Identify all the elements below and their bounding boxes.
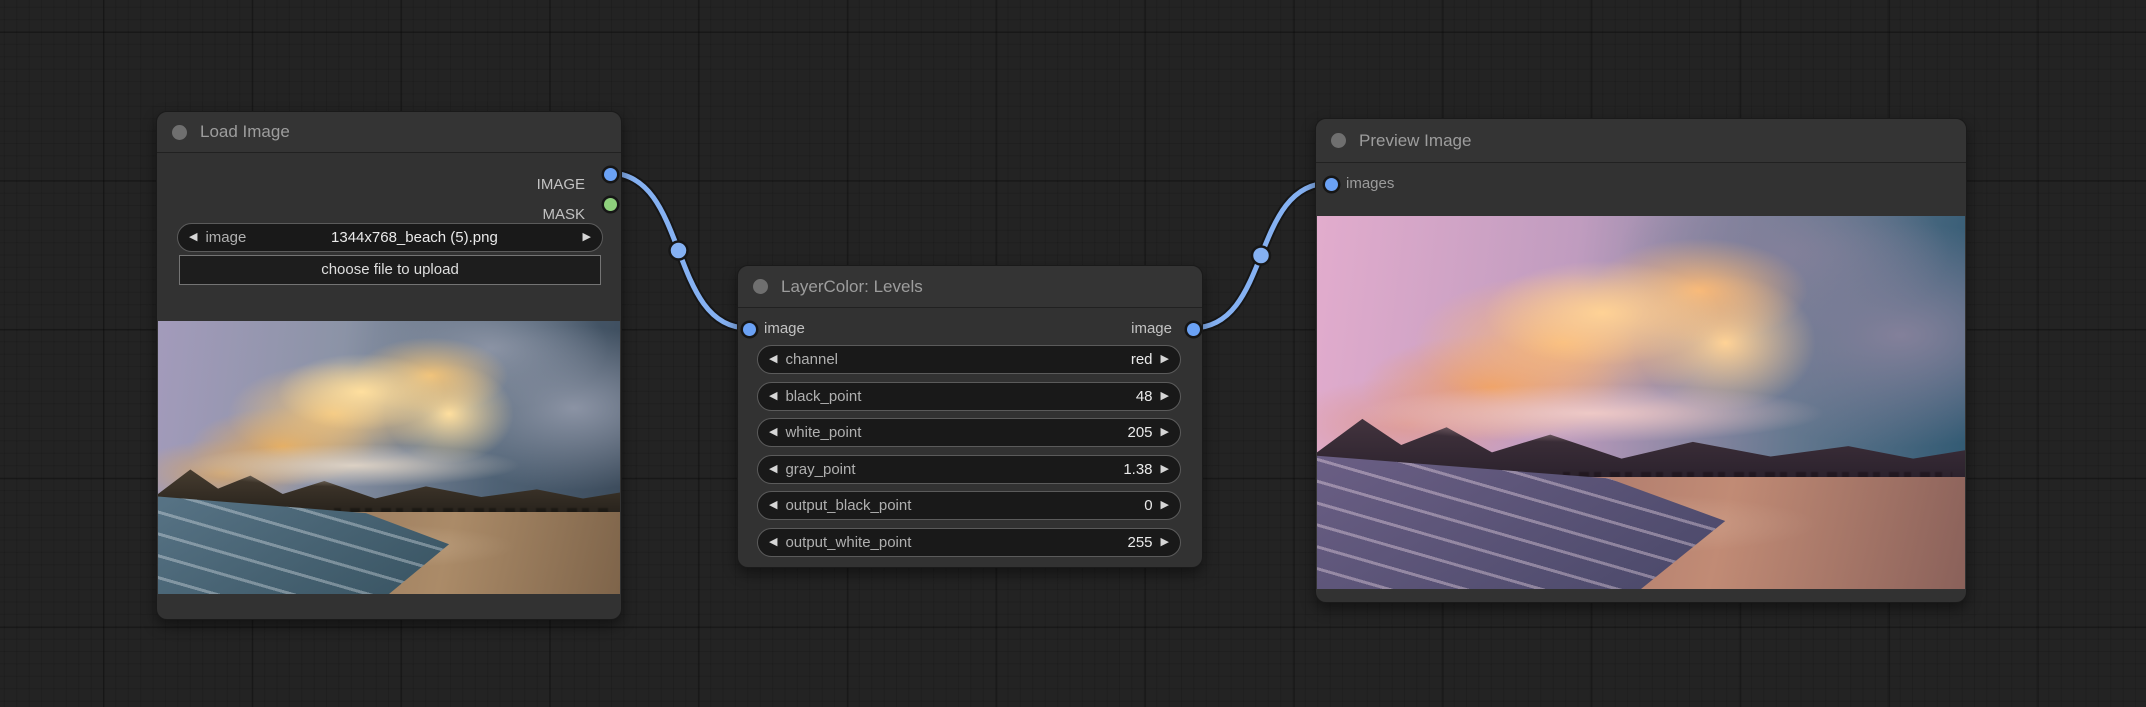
photo-cloud-bank [171,441,584,488]
node-load-image[interactable]: Load Image IMAGE MASK ◀ image 1344x768_b… [156,111,622,620]
input-port-images[interactable] [1324,177,1338,191]
arrow-left-icon[interactable]: ◀ [769,390,777,402]
arrow-left-icon[interactable]: ◀ [189,232,197,243]
input-label-image: image [764,320,805,337]
input-port-image[interactable] [742,322,756,336]
arrow-right-icon[interactable]: ▶ [1161,390,1169,402]
link-loadimage-to-levels[interactable] [608,170,749,331]
widget-gray-point[interactable]: ◀ gray_point 1.38 ▶ [757,454,1181,484]
output-port-mask[interactable] [603,197,617,211]
widget-value: 205 [1127,424,1153,441]
widget-label: output_white_point [785,533,912,551]
arrow-right-icon[interactable]: ▶ [1161,427,1169,438]
widget-output-black-point[interactable]: ◀ output_black_point 0 ▶ [757,491,1181,520]
link-midpoint-dot[interactable] [668,240,689,261]
input-label-images: images [1346,175,1395,192]
widget-value: 48 [1135,387,1153,405]
output-port-image[interactable] [603,167,617,181]
combo-value: 1344x768_beach (5).png [331,229,498,246]
link-midpoint-dot[interactable] [1250,245,1272,266]
arrow-right-icon[interactable]: ▶ [583,232,591,243]
node-title: Preview Image [1359,130,1472,150]
widget-value: 1.38 [1123,460,1153,478]
widget-output-white-point[interactable]: ◀ output_white_point 255 ▶ [757,527,1181,557]
node-graph-canvas[interactable]: Load Image IMAGE MASK ◀ image 1344x768_b… [0,0,2146,707]
widget-channel[interactable]: ◀ channel red ▶ [757,345,1181,374]
node-preview-header[interactable]: Preview Image [1316,119,1966,163]
arrow-left-icon[interactable]: ◀ [769,536,777,548]
node-load-image-header[interactable]: Load Image [157,112,621,153]
widget-value: red [1130,351,1153,368]
widget-black-point[interactable]: ◀ black_point 48 ▶ [757,381,1181,411]
link-levels-to-preview-outline [1191,178,1331,333]
output-label-image: IMAGE [536,176,585,193]
arrow-left-icon[interactable]: ◀ [769,500,777,511]
link-levels-to-preview[interactable] [1191,180,1331,331]
node-levels-header[interactable]: LayerColor: Levels [738,266,1202,308]
output-port-image[interactable] [1186,322,1200,336]
link-loadimage-to-levels-outline [608,168,749,333]
arrow-left-icon[interactable]: ◀ [769,427,777,438]
widget-label: white_point [785,424,862,441]
arrow-right-icon[interactable]: ▶ [1161,500,1169,511]
output-label-image: image [1131,320,1172,337]
choose-file-button[interactable]: choose file to upload [179,255,601,285]
widget-label: black_point [785,387,862,405]
node-layercolor-levels[interactable]: LayerColor: Levels image image ◀ channel… [737,265,1203,568]
preview-image-output [1317,216,1965,589]
node-preview-image[interactable]: Preview Image images [1315,118,1967,603]
collapse-dot-icon[interactable] [753,279,768,294]
arrow-right-icon[interactable]: ▶ [1161,463,1169,475]
arrow-right-icon[interactable]: ▶ [1161,354,1169,365]
loaded-image-preview [158,321,620,594]
node-title: LayerColor: Levels [781,276,923,296]
image-filename-combo[interactable]: ◀ image 1344x768_beach (5).png ▶ [177,223,603,252]
arrow-right-icon[interactable]: ▶ [1161,536,1169,548]
widget-white-point[interactable]: ◀ white_point 205 ▶ [757,418,1181,447]
combo-label: image [205,229,247,246]
collapse-dot-icon[interactable] [1331,133,1346,148]
arrow-left-icon[interactable]: ◀ [769,354,777,365]
arrow-left-icon[interactable]: ◀ [769,463,777,475]
widget-label: gray_point [785,460,856,478]
widget-value: 255 [1127,533,1153,551]
widget-value: 0 [1144,497,1153,514]
widget-label: output_black_point [785,497,912,514]
photo-cloud-bank [1336,380,1914,444]
collapse-dot-icon[interactable] [172,124,187,140]
widget-label: channel [785,351,839,368]
node-title: Load Image [200,122,290,141]
